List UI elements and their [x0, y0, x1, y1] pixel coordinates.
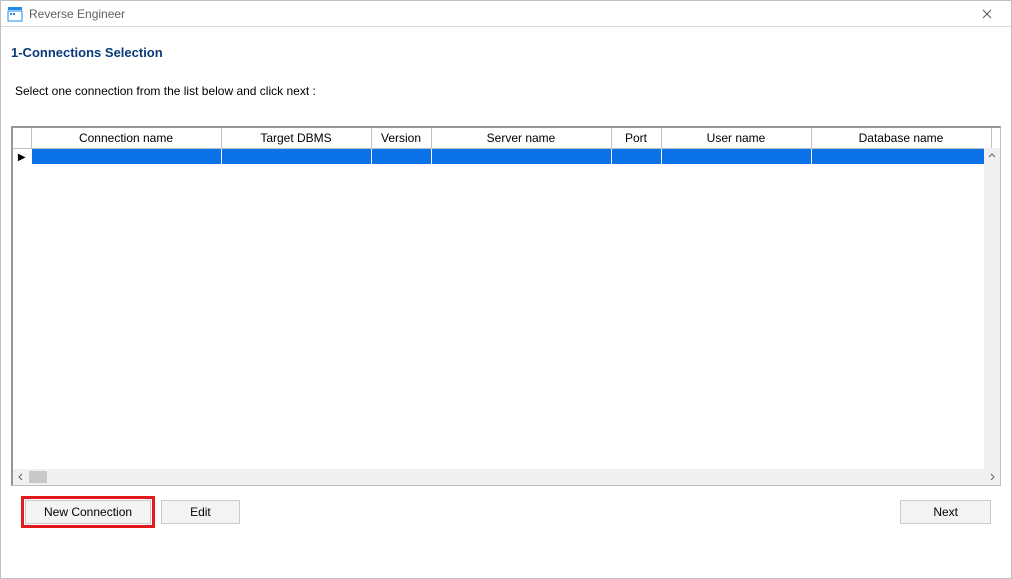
- column-header[interactable]: Database name: [811, 128, 991, 148]
- edit-button[interactable]: Edit: [161, 500, 240, 524]
- column-header[interactable]: Target DBMS: [221, 128, 371, 148]
- next-button[interactable]: Next: [900, 500, 991, 524]
- row-marker-icon: ▶: [18, 152, 26, 163]
- connections-table[interactable]: Connection nameTarget DBMSVersionServer …: [13, 128, 1000, 164]
- new-connection-button[interactable]: New Connection: [25, 500, 151, 524]
- row-selector[interactable]: ▶: [13, 148, 31, 164]
- titlebar: Reverse Engineer: [1, 1, 1011, 27]
- scroll-right-icon[interactable]: [984, 469, 1000, 485]
- close-button[interactable]: [969, 1, 1005, 27]
- table-row[interactable]: ▶: [13, 148, 1000, 164]
- wizard-content: 1-Connections Selection Select one conne…: [1, 27, 1011, 548]
- window-title: Reverse Engineer: [29, 7, 969, 21]
- scroll-up-icon[interactable]: [984, 148, 1000, 164]
- table-cell[interactable]: [611, 148, 661, 164]
- table-cell[interactable]: [431, 148, 611, 164]
- row-header-column: [13, 128, 31, 148]
- connections-grid: Connection nameTarget DBMSVersionServer …: [11, 126, 1001, 486]
- scroll-left-icon[interactable]: [13, 469, 29, 485]
- scroll-pad-column: [991, 128, 1000, 148]
- column-header[interactable]: Port: [611, 128, 661, 148]
- scrollbar-thumb[interactable]: [29, 471, 47, 483]
- step-title: 1-Connections Selection: [11, 45, 1001, 60]
- table-cell[interactable]: [31, 148, 221, 164]
- table-cell[interactable]: [371, 148, 431, 164]
- column-header[interactable]: User name: [661, 128, 811, 148]
- table-cell[interactable]: [221, 148, 371, 164]
- app-icon: [7, 6, 23, 22]
- highlight-box: New Connection: [21, 496, 155, 528]
- table-cell[interactable]: [661, 148, 811, 164]
- instruction-text: Select one connection from the list belo…: [15, 84, 1001, 98]
- column-header[interactable]: Server name: [431, 128, 611, 148]
- vertical-scrollbar[interactable]: [984, 148, 1000, 469]
- horizontal-scrollbar[interactable]: [13, 469, 1000, 485]
- column-header[interactable]: Version: [371, 128, 431, 148]
- footer: New Connection Edit Next: [11, 486, 1001, 538]
- table-cell[interactable]: [811, 148, 991, 164]
- column-header[interactable]: Connection name: [31, 128, 221, 148]
